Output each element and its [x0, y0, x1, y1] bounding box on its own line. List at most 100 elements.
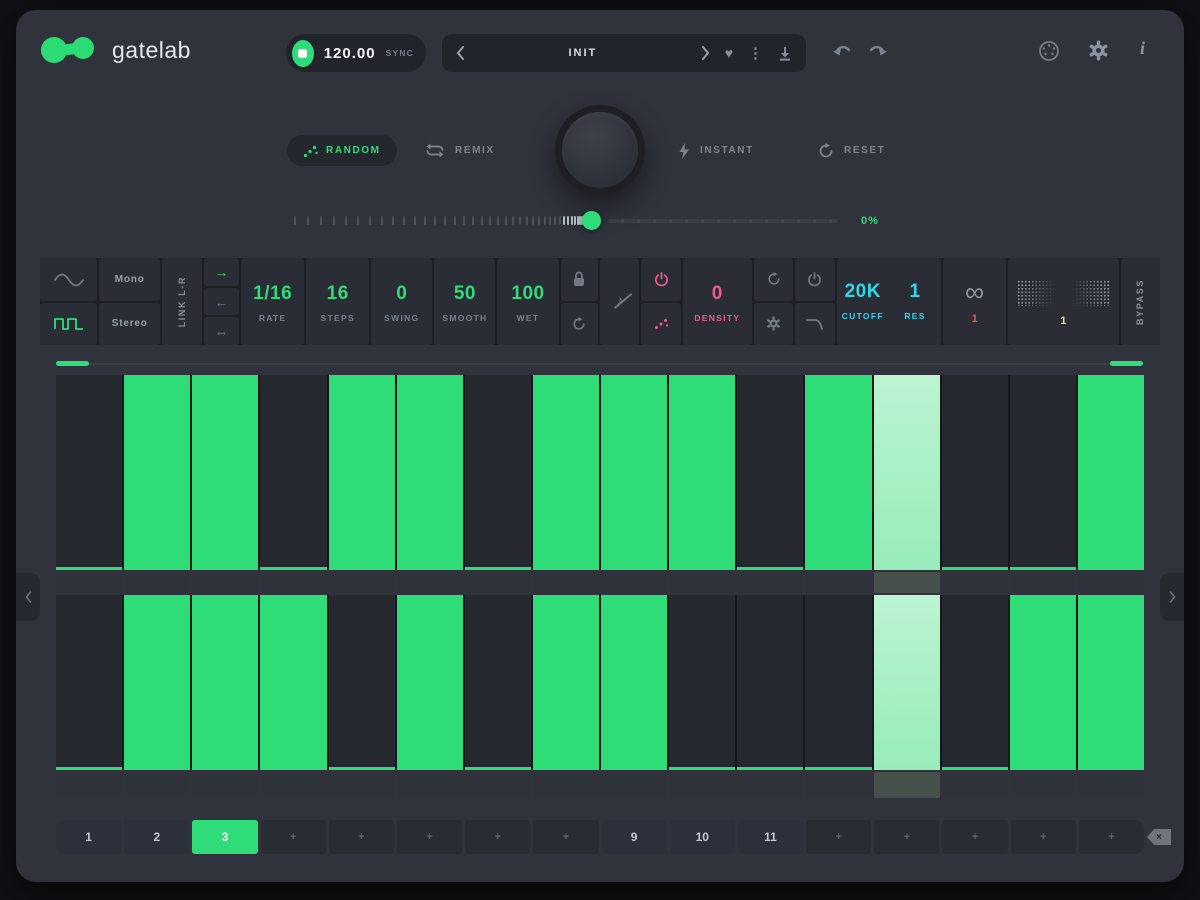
instant-button[interactable]: INSTANT: [678, 135, 754, 166]
seq-step-top-15[interactable]: [1010, 375, 1076, 570]
seq-step-top-8[interactable]: [533, 375, 599, 570]
seq-step-top-12[interactable]: [805, 375, 871, 570]
sine-wave-button[interactable]: [40, 258, 97, 301]
seq-step-top-13[interactable]: [874, 375, 940, 570]
mono-button[interactable]: Mono: [99, 258, 160, 301]
bpm-value[interactable]: 120.00: [324, 45, 376, 62]
seq-step-top-14[interactable]: [942, 375, 1008, 570]
seq-step-bottom-16[interactable]: [1078, 595, 1144, 770]
wet-control[interactable]: 100 WET: [497, 258, 558, 345]
seq-step-bottom-2[interactable]: [124, 595, 190, 770]
seq-step-bottom-15[interactable]: [1010, 595, 1076, 770]
pattern-slot-16[interactable]: +: [1079, 820, 1144, 854]
info-icon[interactable]: i: [1140, 38, 1145, 59]
pattern-slot-4[interactable]: +: [261, 820, 326, 854]
stereo-button[interactable]: Stereo: [99, 303, 160, 346]
seq-step-top-7[interactable]: [465, 375, 531, 570]
seq-step-top-10[interactable]: [669, 375, 735, 570]
pattern-slot-10[interactable]: 10: [670, 820, 735, 854]
stop-button[interactable]: [292, 40, 314, 67]
seq-step-top-3[interactable]: [192, 375, 258, 570]
seq-step-top-4[interactable]: [260, 375, 326, 570]
seq-step-bottom-1[interactable]: [56, 595, 122, 770]
link-lr-label[interactable]: LINK L-R: [177, 276, 187, 327]
preset-next-icon[interactable]: [701, 46, 710, 60]
lock-button[interactable]: [561, 258, 598, 301]
undo-icon[interactable]: [832, 41, 852, 56]
seq-step-bottom-11[interactable]: [737, 595, 803, 770]
seq-step-bottom-9[interactable]: [601, 595, 667, 770]
reset-button[interactable]: RESET: [818, 135, 885, 166]
filter-settings-button[interactable]: [754, 303, 793, 346]
swing-control[interactable]: 0 SWING: [371, 258, 432, 345]
seq-step-bottom-4[interactable]: [260, 595, 326, 770]
steps-control[interactable]: 16 STEPS: [306, 258, 369, 345]
seq-step-bottom-6[interactable]: [397, 595, 463, 770]
seq-step-bottom-10[interactable]: [669, 595, 735, 770]
lock-refresh-button[interactable]: [561, 303, 598, 346]
direction-pingpong-button[interactable]: ↔: [204, 317, 239, 345]
density-dots-button[interactable]: [641, 303, 680, 346]
seq-step-top-1[interactable]: [56, 375, 122, 570]
slider-track[interactable]: [608, 219, 838, 223]
pattern-slot-9[interactable]: 9: [602, 820, 667, 854]
seq-step-top-2[interactable]: [124, 375, 190, 570]
bypass-button[interactable]: BYPASS: [1121, 258, 1160, 345]
filter-type-button[interactable]: [795, 303, 834, 346]
preset-name[interactable]: INIT: [480, 47, 686, 59]
seq-step-bottom-13[interactable]: [874, 595, 940, 770]
random-button[interactable]: RANDOM: [287, 135, 397, 166]
filter-power-button[interactable]: [795, 258, 834, 301]
pattern-slot-12[interactable]: +: [806, 820, 871, 854]
filter-refresh-button[interactable]: [754, 258, 793, 301]
direction-forward-button[interactable]: →: [204, 258, 239, 286]
density-control[interactable]: 0 DENSITY: [683, 258, 752, 345]
seq-step-bottom-14[interactable]: [942, 595, 1008, 770]
pattern-slot-2[interactable]: 2: [124, 820, 189, 854]
pattern-slot-5[interactable]: +: [329, 820, 394, 854]
macro-knob[interactable]: [555, 105, 645, 195]
seq-step-top-5[interactable]: [329, 375, 395, 570]
seq-step-top-6[interactable]: [397, 375, 463, 570]
pattern-slot-8[interactable]: +: [533, 820, 598, 854]
midi-icon[interactable]: [1038, 40, 1060, 62]
redo-icon[interactable]: [868, 41, 888, 56]
square-wave-button[interactable]: [40, 303, 97, 346]
preset-prev-icon[interactable]: [456, 46, 465, 60]
page-next-button[interactable]: [1160, 573, 1184, 621]
seq-step-top-11[interactable]: [737, 375, 803, 570]
seq-step-bottom-12[interactable]: [805, 595, 871, 770]
loop-end-handle[interactable]: [1110, 361, 1143, 366]
pattern-slot-6[interactable]: +: [397, 820, 462, 854]
more-kebab-icon[interactable]: ⋮: [748, 46, 763, 61]
pattern-slot-3[interactable]: 3: [192, 820, 257, 854]
sync-label[interactable]: SYNC: [386, 48, 414, 58]
direction-backward-button[interactable]: ←: [204, 288, 239, 316]
note-off-button[interactable]: ♪: [600, 258, 639, 345]
delete-pattern-icon[interactable]: ×: [1147, 829, 1171, 845]
pattern-slot-11[interactable]: 11: [738, 820, 803, 854]
page-prev-button[interactable]: [16, 573, 40, 621]
smooth-control[interactable]: 50 SMOOTH: [434, 258, 495, 345]
seq-step-bottom-5[interactable]: [329, 595, 395, 770]
noise-control[interactable]: 1: [1008, 258, 1118, 345]
pattern-slot-15[interactable]: +: [1011, 820, 1076, 854]
pattern-slot-7[interactable]: +: [465, 820, 530, 854]
remix-button[interactable]: REMIX: [425, 135, 495, 166]
seq-step-top-16[interactable]: [1078, 375, 1144, 570]
pattern-slot-13[interactable]: +: [874, 820, 939, 854]
loop-start-handle[interactable]: [56, 361, 89, 366]
seq-step-bottom-7[interactable]: [465, 595, 531, 770]
settings-gear-icon[interactable]: [1088, 40, 1109, 61]
pattern-slot-1[interactable]: 1: [56, 820, 121, 854]
pattern-slot-14[interactable]: +: [942, 820, 1007, 854]
slider-thumb[interactable]: [582, 211, 601, 230]
filter-cutoff-res-control[interactable]: 20K CUTOFF 1 RES: [837, 258, 941, 345]
seq-step-top-9[interactable]: [601, 375, 667, 570]
download-icon[interactable]: [778, 46, 792, 61]
seq-step-bottom-3[interactable]: [192, 595, 258, 770]
loop-count-control[interactable]: ∞ 1: [943, 258, 1006, 345]
rate-control[interactable]: 1/16 RATE: [241, 258, 304, 345]
seq-step-bottom-8[interactable]: [533, 595, 599, 770]
favorite-heart-icon[interactable]: ♥: [725, 46, 733, 60]
